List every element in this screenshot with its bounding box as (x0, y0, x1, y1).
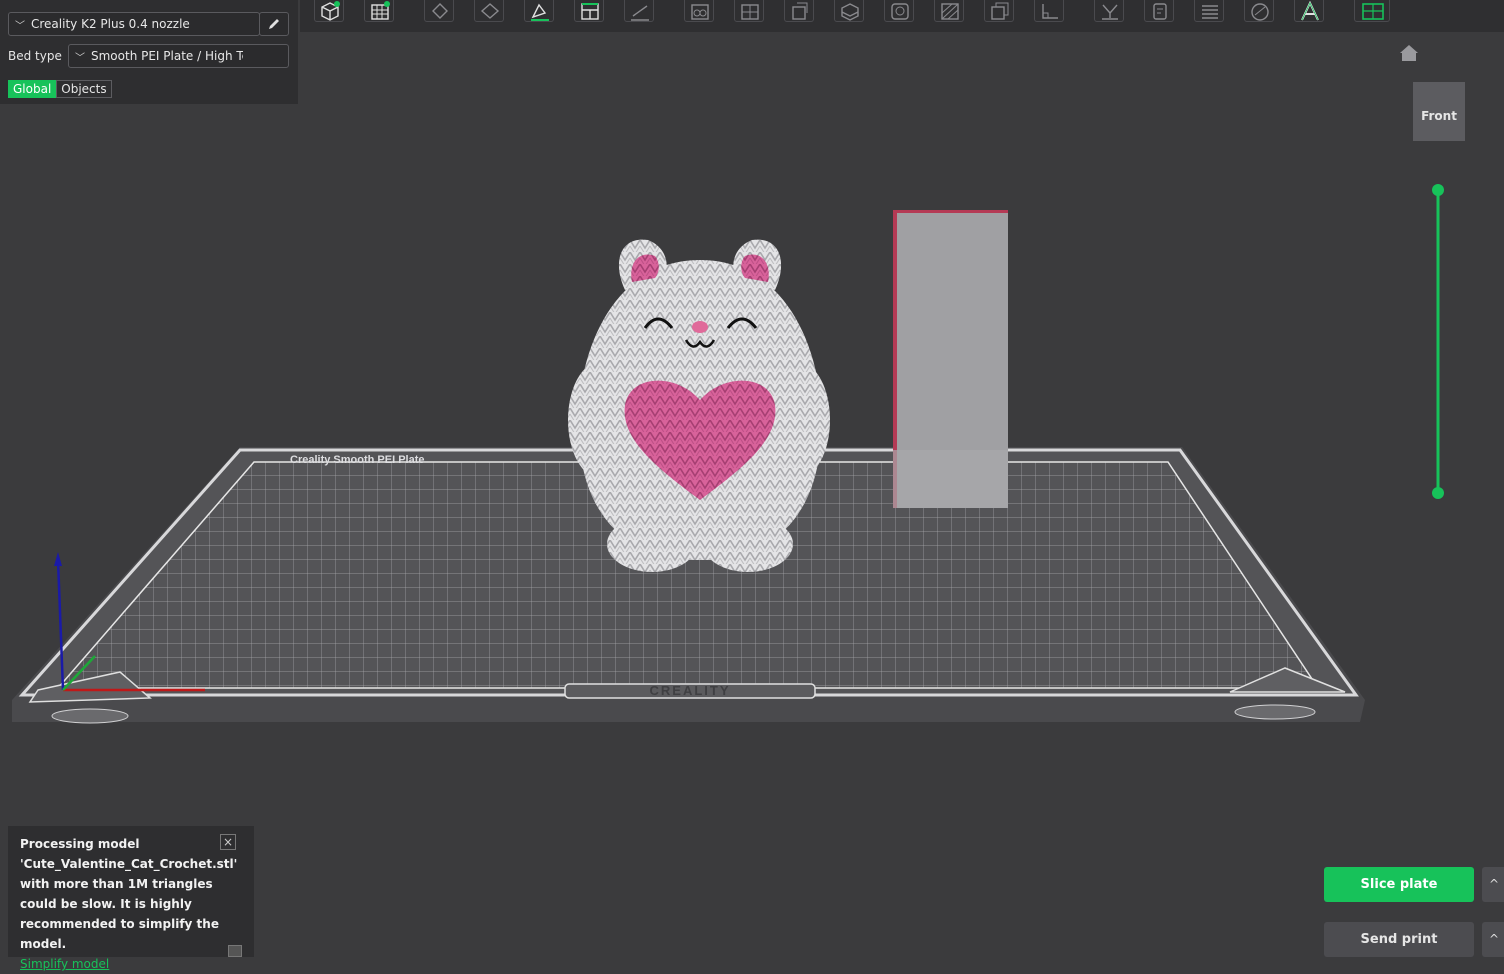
home-icon[interactable] (1400, 45, 1418, 61)
send-options-button[interactable]: ^ (1482, 922, 1504, 957)
bed-logo-text: CREALITY (650, 683, 731, 698)
bed-strip-text: Creality Smooth PEI Plate (290, 454, 424, 466)
view-cube[interactable]: Front (1413, 82, 1465, 141)
slice-plate-button[interactable]: Slice plate (1324, 867, 1474, 902)
slider-bottom-handle (1432, 487, 1444, 499)
layer-slider[interactable] (1432, 184, 1444, 499)
view-cube-face: Front (1421, 109, 1457, 123)
collapse-icon[interactable] (228, 945, 242, 957)
notification-toast: Processing model 'Cute_Valentine_Cat_Cro… (8, 826, 254, 971)
3d-viewport[interactable]: CREALITY Creality Smooth PEI Plate (0, 0, 1504, 957)
slider-top-handle (1432, 184, 1444, 196)
send-print-button[interactable]: Send print (1324, 922, 1474, 957)
slice-options-button[interactable]: ^ (1482, 867, 1504, 902)
close-icon[interactable]: × (220, 834, 236, 850)
simplify-model-link[interactable]: Simplify model (20, 957, 109, 971)
wipe-tower[interactable] (893, 210, 1008, 508)
toast-message: Processing model 'Cute_Valentine_Cat_Cro… (20, 837, 238, 951)
